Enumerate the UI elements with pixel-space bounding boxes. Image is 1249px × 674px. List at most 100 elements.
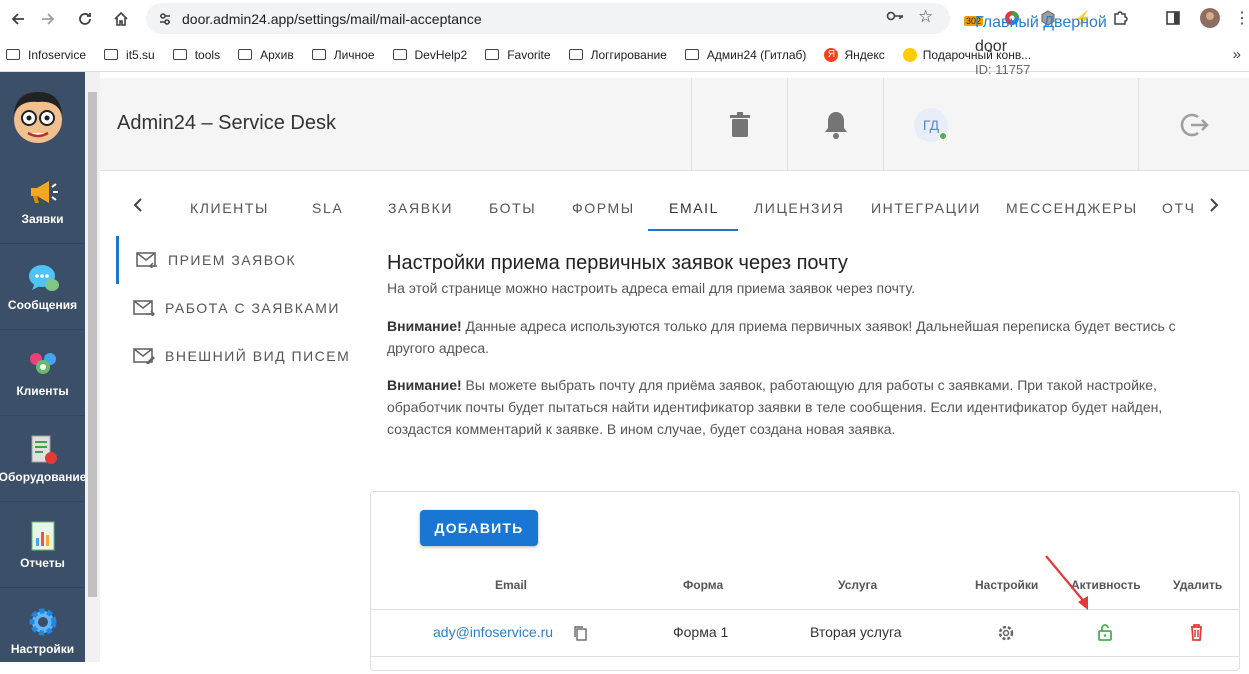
sidebar-item-requests[interactable]: Заявки [0,158,85,244]
reports-icon [27,520,59,552]
bookmark-item[interactable]: DevHelp2 [392,47,468,62]
folder-icon [104,49,119,60]
bookmark-label: Логгирование [590,47,667,62]
warning-text: другого адреса. [387,340,490,356]
app-sidebar: Заявки Сообщения Клиенты Оборудование От… [0,72,87,662]
warning-label: Внимание! [387,318,462,334]
site-settings-icon[interactable] [158,12,172,26]
column-header-form: Форма [683,578,724,592]
bookmark-label: Админ24 (Гитлаб) [706,47,807,62]
delete-icon[interactable] [1189,623,1204,644]
bookmarks-overflow-icon[interactable]: » [1233,46,1241,63]
home-icon[interactable] [103,1,139,37]
bookmark-label: Favorite [507,47,551,62]
bookmark-item[interactable]: Логгирование [568,47,667,62]
submenu-item-acceptance[interactable]: ПРИЕМ ЗАЯВОК [116,236,356,284]
trash-button[interactable] [691,78,787,171]
bookmark-label: tools [194,47,221,62]
folder-icon [392,49,407,60]
page-scrollbar[interactable] [85,72,100,662]
equipment-icon [27,434,59,466]
sidebar-item-clients[interactable]: Клиенты [0,330,85,416]
mail-edit-icon [133,348,155,364]
page-title: Admin24 – Service Desk [117,112,336,134]
forward-icon[interactable] [30,1,66,37]
bookmark-item[interactable]: Подарочный конв... [902,47,1031,62]
scrollbar-thumb[interactable] [88,92,97,597]
puzzle-extensions-icon[interactable] [1110,8,1130,28]
sidebar-item-label: Настройки [10,642,75,656]
bookmark-item[interactable]: Архив [238,48,294,62]
trash-icon [729,111,750,137]
sidebar-item-equipment[interactable]: Оборудование [0,416,87,502]
submenu-label: ПРИЕМ ЗАЯВОК [168,252,297,268]
main-content: Настройки приема первичных заявок через … [387,252,1217,440]
sidebar-item-settings[interactable]: Настройки [0,588,85,674]
tab-bots[interactable]: БОТЫ [489,200,536,216]
bookmark-item[interactable]: Я Яндекс [824,47,885,62]
add-button[interactable]: ДОБАВИТЬ [420,510,538,546]
tab-messengers[interactable]: МЕССЕНДЖЕРЫ [1006,200,1138,216]
clients-icon [27,348,59,380]
reload-icon[interactable] [67,1,103,37]
submenu-item-appearance[interactable]: ВНЕШНИЙ ВИД ПИСЕМ [116,332,356,380]
mail-in-icon [136,252,157,268]
notifications-button[interactable] [787,78,883,171]
user-profile[interactable]: ГД [883,78,1138,171]
tab-sla[interactable]: SLA [312,200,343,216]
logout-button[interactable] [1138,78,1249,171]
tab-license[interactable]: ЛИЦЕНЗИЯ [754,200,844,216]
bookmark-item[interactable]: Личное [311,48,375,62]
tabs-scroll-left-icon[interactable] [132,196,144,219]
bookmark-item[interactable]: it5.su [104,48,155,62]
tab-clients[interactable]: КЛИЕНТЫ [190,200,269,216]
tab-requests[interactable]: ЗАЯВКИ [388,200,453,216]
gift-icon [902,47,917,62]
warning-label: Внимание! [387,377,462,393]
warning-paragraph-2: Внимание! Вы можете выбрать почту для пр… [387,374,1217,440]
folder-icon [172,49,187,60]
bookmark-item[interactable]: tools [172,47,221,62]
gear-icon[interactable] [997,624,1015,645]
sidebar-item-reports[interactable]: Отчеты [0,502,85,588]
annotation-arrow-icon [1045,555,1088,610]
settings-icon [27,606,59,638]
chat-icon [27,262,59,294]
side-panel-icon[interactable] [1163,8,1183,28]
submenu-label: ВНЕШНИЙ ВИД ПИСЕМ [165,348,351,364]
row-email-link[interactable]: ady@infoservice.ru [433,624,553,640]
folder-icon [6,49,20,60]
sidebar-item-label: Клиенты [16,383,69,398]
tab-integrations[interactable]: ИНТЕГРАЦИИ [871,200,981,216]
tab-reports[interactable]: ОТЧ [1162,200,1196,216]
tab-forms[interactable]: ФОРМЫ [572,200,635,216]
online-status-dot [939,131,947,140]
user-name[interactable]: Главный Дверной [975,14,1107,32]
bookmark-label: Infoservice [28,47,87,62]
star-icon[interactable]: ☆ [918,7,933,27]
bookmark-item[interactable]: Infoservice [6,48,86,62]
bookmark-label: DevHelp2 [414,47,468,62]
address-bar[interactable]: door.admin24.app/settings/mail/mail-acce… [146,3,950,34]
profile-avatar-icon[interactable] [1200,8,1220,28]
sidebar-item-messages[interactable]: Сообщения [0,244,85,330]
tabs-scroll-right-icon[interactable] [1208,196,1220,219]
bookmark-item[interactable]: Админ24 (Гитлаб) [684,47,807,62]
folder-icon [485,49,500,60]
copy-icon[interactable] [573,625,587,644]
bookmark-label: it5.su [126,47,155,62]
folder-icon [684,49,699,60]
tab-email[interactable]: EMAIL [669,200,719,216]
user-avatar: ГД [914,107,948,142]
logo-icon[interactable] [10,86,66,146]
column-header-email: Email [495,578,528,592]
more-menu-icon[interactable]: ⋮ [1232,8,1249,28]
lock-open-icon[interactable] [1097,623,1113,644]
sidebar-item-label: Оборудование [0,469,87,484]
bookmark-item[interactable]: Favorite [485,47,551,62]
bookmark-label: Архив [260,47,294,62]
settings-tabs: КЛИЕНТЫ SLA ЗАЯВКИ БОТЫ ФОРМЫ EMAIL ЛИЦЕ… [100,184,1249,232]
warning-paragraph-1: Внимание! Данные адреса используются тол… [387,315,1217,359]
key-icon[interactable] [886,9,904,27]
submenu-item-work[interactable]: РАБОТА С ЗАЯВКАМИ [116,284,356,332]
